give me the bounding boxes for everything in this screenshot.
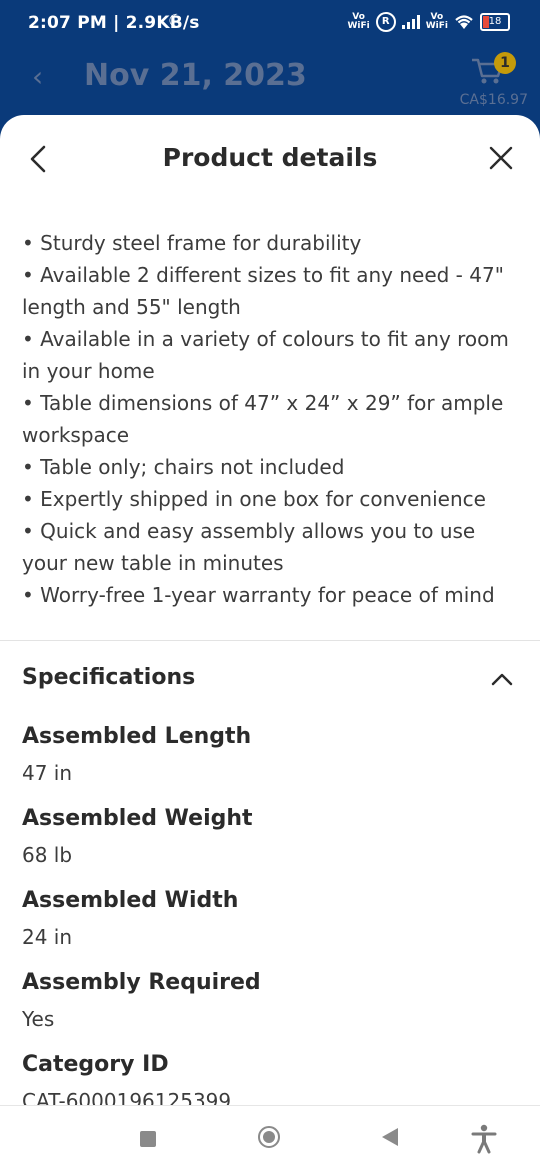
description-bullet: • Quick and easy assembly allows you to … xyxy=(22,519,476,575)
vowifi-icon-2: Vo WiFi xyxy=(425,12,448,31)
specifications-title: Specifications xyxy=(22,665,196,690)
close-icon[interactable] xyxy=(488,145,514,171)
cart-total: CA$16.97 xyxy=(459,92,528,108)
section-divider xyxy=(0,640,540,641)
battery-icon: 18 xyxy=(480,13,510,31)
status-bar: 2:07 PM | 2.9KB/s ☾ Vo WiFi R Vo WiFi 18 xyxy=(0,0,540,48)
spec-name: Category ID xyxy=(22,1052,169,1077)
spec-item: Assembled Width 24 in xyxy=(22,885,518,967)
product-details-sheet: Product details • Sturdy steel frame for… xyxy=(0,115,540,1115)
spec-name: Assembled Length xyxy=(22,724,252,749)
system-nav-bar xyxy=(0,1105,540,1171)
specifications-list: Assembled Length 47 in Assembled Weight … xyxy=(22,721,518,1115)
description-bullet: • Table only; chairs not included xyxy=(22,455,345,479)
description-bullet: • Table dimensions of 47” x 24” x 29” fo… xyxy=(22,391,504,447)
cart-button[interactable]: 1 xyxy=(470,52,516,94)
spec-item: Assembled Weight 68 lb xyxy=(22,803,518,885)
do-not-disturb-icon: ☾ xyxy=(168,11,185,32)
nav-back-icon[interactable] xyxy=(382,1128,398,1146)
header-date: Nov 21, 2023 xyxy=(84,58,307,93)
status-icons: Vo WiFi R Vo WiFi 18 xyxy=(347,12,510,32)
recents-icon[interactable] xyxy=(140,1131,156,1147)
spec-name: Assembled Width xyxy=(22,888,239,913)
spec-value: 24 in xyxy=(22,925,73,949)
chevron-up-icon xyxy=(491,673,513,686)
cart-count-badge: 1 xyxy=(494,52,516,74)
roaming-icon: R xyxy=(375,12,396,32)
sheet-title: Product details xyxy=(162,143,378,172)
description-bullet: • Sturdy steel frame for durability xyxy=(22,231,362,255)
spec-value: 68 lb xyxy=(22,843,73,867)
description-bullet: • Available in a variety of colours to f… xyxy=(22,327,509,383)
spec-item: Assembled Length 47 in xyxy=(22,721,518,803)
signal-icon xyxy=(401,15,420,29)
app-header: ‹ Nov 21, 2023 1 CA$16.97 xyxy=(0,48,540,118)
description-bullet: • Expertly shipped in one box for conven… xyxy=(22,487,486,511)
specifications-toggle[interactable]: Specifications xyxy=(22,665,518,699)
spec-value: Yes xyxy=(22,1007,55,1031)
spec-value: 47 in xyxy=(22,761,73,785)
home-icon[interactable] xyxy=(258,1126,280,1148)
spec-name: Assembled Weight xyxy=(22,806,253,831)
description-bullet: • Available 2 different sizes to fit any… xyxy=(22,263,504,319)
wifi-icon xyxy=(455,15,473,29)
product-description: • Sturdy steel frame for durability • Av… xyxy=(0,205,540,611)
spec-item: Assembly Required Yes xyxy=(22,967,518,1049)
sheet-header: Product details xyxy=(0,115,540,205)
accessibility-icon[interactable] xyxy=(470,1124,498,1154)
vowifi-icon: Vo WiFi xyxy=(347,12,370,31)
header-back-icon[interactable]: ‹ xyxy=(32,60,43,93)
spec-name: Assembly Required xyxy=(22,970,261,995)
description-bullet: • Worry-free 1-year warranty for peace o… xyxy=(22,583,495,607)
